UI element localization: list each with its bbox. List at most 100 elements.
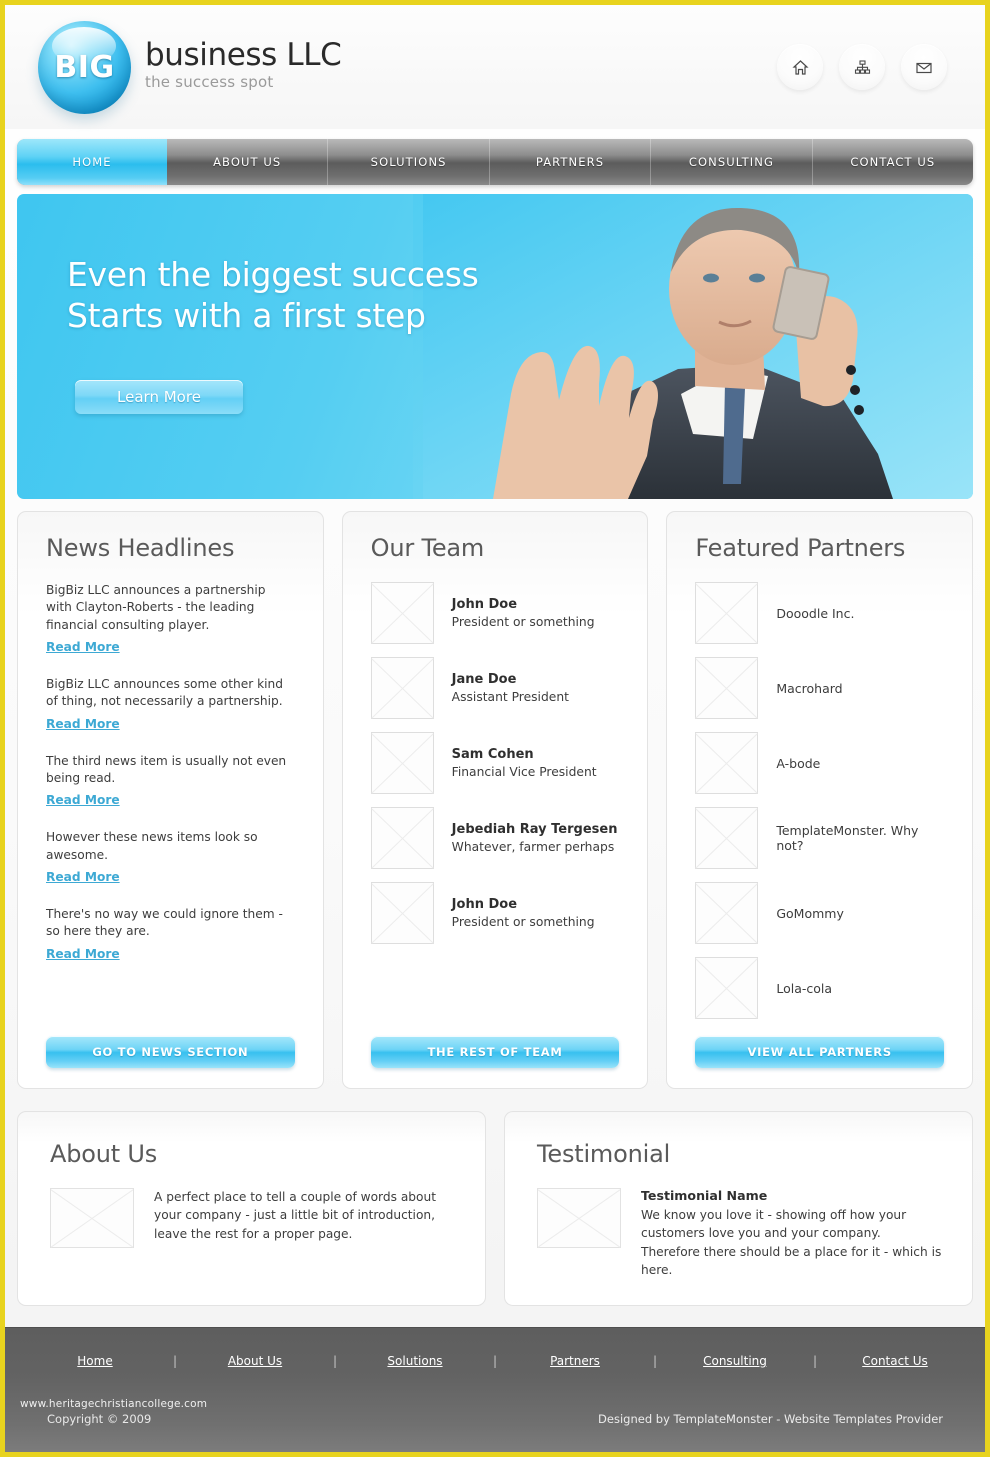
- news-read-more-link[interactable]: Read More: [46, 870, 120, 884]
- partner-item[interactable]: A-bode: [695, 732, 944, 794]
- news-item: There's no way we could ignore them - so…: [46, 906, 295, 962]
- team-member-name: John Doe: [451, 597, 518, 612]
- footer-separator: |: [652, 1354, 658, 1368]
- team-card: Our Team John Doe President or something…: [341, 511, 649, 1089]
- about-us-card: About Us A perfect place to tell a coupl…: [17, 1111, 486, 1307]
- partner-name: A-bode: [776, 755, 821, 771]
- designer-credit: Designed by TemplateMonster - Website Te…: [598, 1412, 943, 1426]
- team-member-name: Sam Cohen: [451, 747, 534, 762]
- footer-separator: |: [332, 1354, 338, 1368]
- copyright-text: www.heritagechristiancollege.com Copyrig…: [20, 1398, 207, 1426]
- home-icon[interactable]: [777, 44, 823, 90]
- testimonial-body: Testimonial Name We know you love it - s…: [537, 1188, 942, 1279]
- news-read-more-link[interactable]: Read More: [46, 793, 120, 807]
- team-member[interactable]: Jane Doe Assistant President: [370, 657, 620, 719]
- hero-photo: [413, 194, 973, 499]
- hero-headline-line1: Even the biggest success: [67, 255, 479, 294]
- team-photo-placeholder-icon: [370, 807, 434, 869]
- news-item: However these news items look so awesome…: [46, 829, 295, 885]
- footer-navigation: Home | About Us | Solutions | Partners |…: [5, 1328, 985, 1368]
- about-us-title: About Us: [50, 1140, 158, 1168]
- logo-orb-text: BIG: [54, 49, 115, 85]
- main-navigation: HOME ABOUT US SOLUTIONS PARTNERS CONSULT…: [17, 139, 973, 185]
- footer-link-consulting[interactable]: Consulting: [679, 1354, 791, 1368]
- nav-item-home[interactable]: HOME: [17, 139, 167, 185]
- team-photo-placeholder-icon: [370, 657, 434, 719]
- partner-name: Lola-cola: [776, 980, 833, 996]
- team-member[interactable]: John Doe President or something: [370, 582, 620, 644]
- footer-bottom-bar: www.heritagechristiancollege.com Copyrig…: [5, 1398, 985, 1426]
- hero-headline: Even the biggest success Starts with a f…: [67, 254, 479, 337]
- footer-link-home[interactable]: Home: [39, 1354, 151, 1368]
- footer-link-about-us[interactable]: About Us: [199, 1354, 311, 1368]
- header-icon-group: [777, 44, 965, 90]
- lower-cards-row: About Us A perfect place to tell a coupl…: [17, 1111, 973, 1307]
- footer-link-contact-us[interactable]: Contact Us: [839, 1354, 951, 1368]
- nav-item-about-us[interactable]: ABOUT US: [167, 139, 329, 185]
- team-member[interactable]: Jebediah Ray Tergesen Whatever, farmer p…: [370, 807, 620, 869]
- partner-logo-placeholder-icon: [695, 582, 759, 644]
- partner-item[interactable]: GoMommy: [695, 882, 944, 944]
- news-read-more-link[interactable]: Read More: [46, 717, 120, 731]
- news-item-text: BigBiz LLC announces a partnership with …: [46, 583, 266, 632]
- news-item-text: BigBiz LLC announces some other kind of …: [46, 676, 284, 709]
- team-member[interactable]: John Doe President or something: [370, 882, 620, 944]
- team-cta-button[interactable]: THE REST OF TEAM: [370, 1036, 620, 1068]
- news-item: BigBiz LLC announces a partnership with …: [46, 582, 295, 655]
- brand-title: business LLC: [145, 37, 342, 74]
- partner-logo-placeholder-icon: [695, 957, 759, 1019]
- news-read-more-link[interactable]: Read More: [46, 640, 120, 654]
- mail-icon[interactable]: [901, 44, 947, 90]
- team-member-name: John Doe: [451, 897, 518, 912]
- partner-item[interactable]: Dooodle Inc.: [695, 582, 944, 644]
- team-member-name: Jebediah Ray Tergesen: [451, 822, 618, 837]
- team-photo-placeholder-icon: [370, 882, 434, 944]
- partner-name: GoMommy: [776, 905, 844, 921]
- footer-separator: |: [812, 1354, 818, 1368]
- partner-item[interactable]: Macrohard: [695, 657, 944, 719]
- hero-learn-more-button[interactable]: Learn More: [75, 380, 243, 414]
- team-member[interactable]: Sam Cohen Financial Vice President: [370, 732, 620, 794]
- site-header: BIG business LLC the success spot: [5, 5, 985, 129]
- copyright-label: Copyright © 2009: [47, 1412, 152, 1426]
- news-title: News Headlines: [46, 534, 235, 562]
- team-member-role: Assistant President: [451, 690, 569, 704]
- partners-cta-button[interactable]: VIEW ALL PARTNERS: [695, 1036, 945, 1068]
- sitemap-icon[interactable]: [839, 44, 885, 90]
- testimonial-card: Testimonial Testimonial Name We know you…: [504, 1111, 973, 1307]
- page-root: BIG business LLC the success spot HOME A…: [0, 0, 990, 1457]
- news-read-more-link[interactable]: Read More: [46, 947, 120, 961]
- about-us-image-placeholder-icon: [50, 1188, 134, 1248]
- news-cta-button[interactable]: GO TO NEWS SECTION: [46, 1036, 295, 1068]
- nav-item-consulting[interactable]: CONSULTING: [651, 139, 813, 185]
- testimonial-author-name: Testimonial Name: [641, 1188, 768, 1203]
- about-us-text: A perfect place to tell a couple of word…: [154, 1190, 436, 1241]
- testimonial-image-placeholder-icon: [537, 1188, 621, 1248]
- team-photo-placeholder-icon: [370, 732, 434, 794]
- watermark-text: www.heritagechristiancollege.com: [20, 1398, 208, 1410]
- testimonial-title: Testimonial: [537, 1140, 671, 1168]
- partner-item[interactable]: Lola-cola: [695, 957, 944, 1019]
- partner-name: TemplateMonster. Why not?: [776, 823, 919, 853]
- footer-link-solutions[interactable]: Solutions: [359, 1354, 471, 1368]
- brand-tagline: the success spot: [145, 72, 274, 91]
- content-cards-row: News Headlines BigBiz LLC announces a pa…: [17, 511, 974, 1089]
- partner-name: Dooodle Inc.: [776, 605, 855, 621]
- partner-logo-placeholder-icon: [695, 732, 759, 794]
- news-item-text: There's no way we could ignore them - so…: [46, 906, 283, 939]
- team-photo-placeholder-icon: [370, 582, 434, 644]
- logo-orb-icon: BIG: [38, 20, 131, 114]
- team-member-role: President or something: [451, 915, 595, 929]
- nav-item-solutions[interactable]: SOLUTIONS: [328, 139, 490, 185]
- nav-item-partners[interactable]: PARTNERS: [490, 139, 652, 185]
- partner-logo-placeholder-icon: [695, 657, 759, 719]
- footer-link-partners[interactable]: Partners: [519, 1354, 631, 1368]
- news-item: BigBiz LLC announces some other kind of …: [46, 676, 295, 732]
- footer-separator: |: [492, 1354, 498, 1368]
- site-logo[interactable]: BIG business LLC the success spot: [38, 20, 342, 114]
- about-us-body: A perfect place to tell a couple of word…: [50, 1188, 455, 1248]
- footer-separator: |: [172, 1354, 178, 1368]
- partner-item[interactable]: TemplateMonster. Why not?: [695, 807, 944, 869]
- nav-item-contact-us[interactable]: CONTACT US: [813, 139, 973, 185]
- partners-title: Featured Partners: [695, 534, 906, 562]
